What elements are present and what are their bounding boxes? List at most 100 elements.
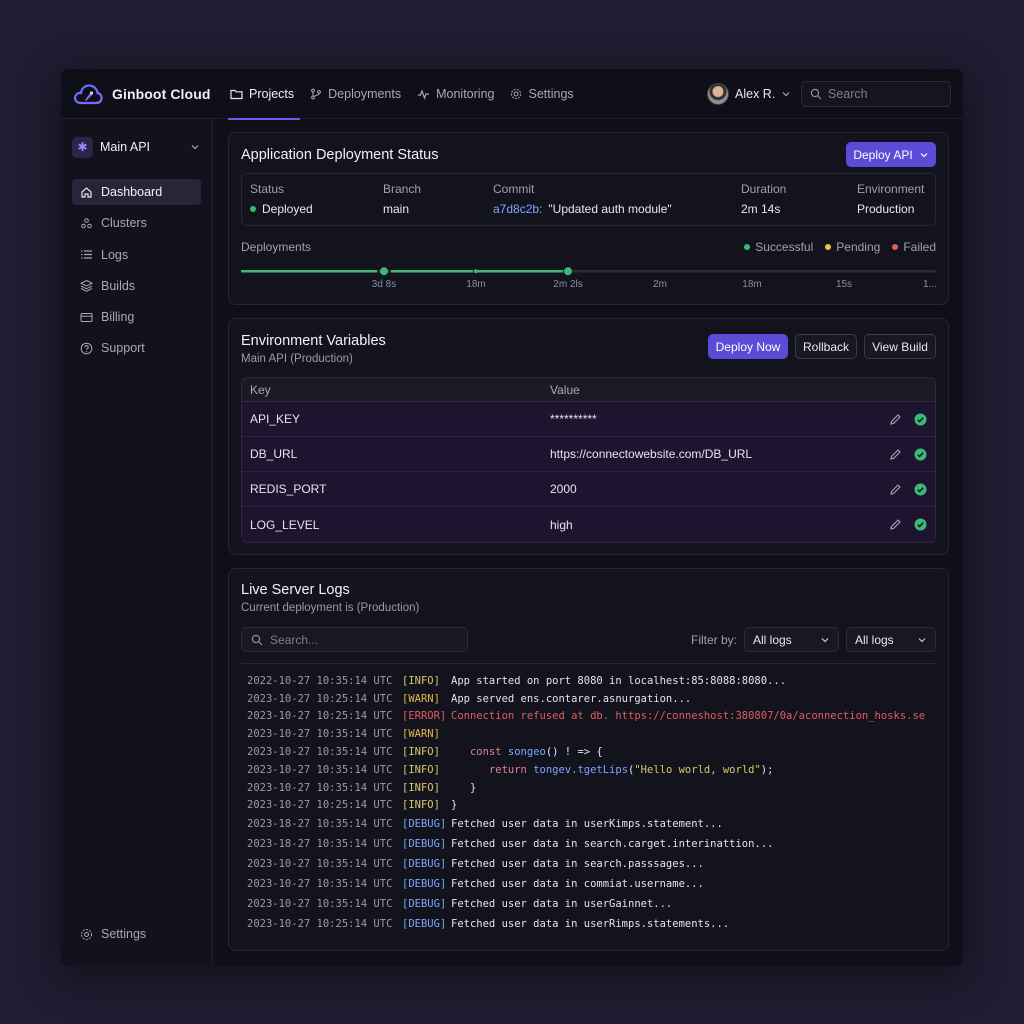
tab-monitoring[interactable]: Monitoring [415,69,496,119]
tab-label: Monitoring [436,87,495,101]
user-name: Alex R. [735,87,776,101]
deploy-now-button[interactable]: Deploy Now [708,334,788,359]
legend-successful: Successful [744,240,813,254]
log-message: Fetched user data in commiat.username... [451,878,704,891]
log-level: [DEBUG] [402,858,447,871]
edit-icon[interactable] [889,518,902,531]
table-row[interactable]: REDIS_PORT 2000 [242,472,935,507]
log-level: [DEBUG] [402,878,447,891]
code-keyword: return [488,763,527,776]
log-timestamp: 2023-10-27 10:35:14 UTC [247,858,393,871]
search-placeholder: Search [828,87,868,101]
pulse-icon [417,88,430,100]
branch-value: main [383,202,410,216]
app-name: Ginboot Cloud [112,86,211,102]
log-level: [DEBUG] [402,818,447,831]
log-level: [INFO] [402,746,440,759]
legend-label: Failed [903,240,936,254]
log-message: App started on port 8080 in localhest:85… [451,674,787,687]
app-window: Ginboot Cloud Projects Deployments Monit… [61,69,963,966]
deployment-timeline[interactable] [241,266,936,276]
sidebar-item-label: Clusters [101,216,147,231]
sidebar-item-logs[interactable]: Logs [72,242,201,268]
chevron-down-icon [190,142,200,152]
sidebar-item-billing[interactable]: Billing [72,304,201,330]
env-key: API_KEY [250,412,301,426]
gear-icon [510,88,522,100]
env-key: REDIS_PORT [250,482,327,496]
deploy-api-button[interactable]: Deploy API [846,142,936,167]
sidebar-item-builds[interactable]: Builds [72,273,201,299]
user-menu[interactable]: Alex R. [707,83,791,105]
tick-label: 2m 2ls [553,279,583,290]
search-input[interactable]: Search [801,81,951,107]
log-level: [INFO] [402,799,440,812]
folder-icon [230,88,243,100]
view-build-button[interactable]: View Build [864,334,936,359]
log-timestamp: 2022-10-27 10:35:14 UTC [247,674,393,687]
sidebar-item-clusters[interactable]: Clusters [72,210,201,236]
legend-failed: Failed [892,240,936,254]
check-circle-icon [914,448,927,461]
log-level: [DEBUG] [402,918,447,931]
tick-label: 3d 8s [371,279,397,290]
environment-value: Production [857,202,915,216]
tick-label: 1... [923,279,937,290]
tab-settings[interactable]: Settings [508,69,575,119]
check-circle-icon [914,518,927,531]
edit-icon[interactable] [889,483,902,496]
log-filter-select[interactable]: All logs [744,627,839,652]
sidebar-item-support[interactable]: Support [72,335,201,361]
table-row[interactable]: DB_URL https://connectowebsite.com/DB_UR… [242,437,935,472]
sidebar-item-label: Billing [101,310,135,325]
field-label: Duration [741,182,787,196]
log-output[interactable]: 2022-10-27 10:35:14 UTC [INFO] App started… [247,672,937,934]
deployment-marker[interactable] [474,269,478,274]
log-line: 2023-10-27 10:35:14 UTC [INFO] } [247,779,937,797]
log-level: [DEBUG] [402,838,447,851]
log-line: 2023-10-27 10:35:14 UTC [INFO] const song… [247,743,937,761]
log-level: [INFO] [402,781,440,794]
log-timestamp: 2023-10-27 10:35:14 UTC [247,763,393,776]
sidebar-item-settings[interactable]: Settings [80,927,146,941]
status-dot [250,206,256,212]
log-line: 2023-10-27 10:35:14 UTC [WARN] [247,725,937,743]
env-key: DB_URL [250,447,298,461]
divider [241,663,936,664]
deployment-marker[interactable] [564,267,572,276]
column-header-key: Key [250,382,271,397]
branch-icon [310,88,322,100]
deployments-label: Deployments [241,240,312,254]
sidebar-item-label: Builds [101,278,136,293]
log-timestamp: 2023-10-27 10:35:14 UTC [247,898,393,911]
deployment-marker[interactable] [380,267,388,276]
tab-projects[interactable]: Projects [228,69,301,120]
log-timestamp: 2023-18-27 10:35:14 UTC [247,838,393,851]
code-keyword: const [469,746,502,759]
log-message: } [451,799,458,812]
rollback-button[interactable]: Rollback [795,334,857,359]
sidebar-item-dashboard[interactable]: Dashboard [72,179,201,205]
log-message: Fetched user data in userRimps.statement… [451,918,730,931]
env-table: Key Value API_KEY ********** DB_URL http… [241,377,936,543]
project-selector[interactable]: ✱ Main API [72,136,200,158]
edit-icon[interactable] [889,448,902,461]
sidebar-item-label: Settings [101,927,147,941]
project-name: Main API [100,140,151,154]
table-row[interactable]: API_KEY ********** [242,402,935,437]
log-line: 2023-10-27 10:25:14 UTC [ERROR] Connection… [247,708,937,726]
filter-label: Filter by: [691,633,738,647]
edit-icon[interactable] [889,413,902,426]
log-message: Fetched user data in search.carget.inter… [451,838,774,851]
log-level: [INFO] [402,763,440,776]
table-row[interactable]: LOG_LEVEL high [242,507,935,542]
search-placeholder: Search... [270,632,319,647]
tab-deployments[interactable]: Deployments [308,69,403,119]
live-logs-card: Live Server Logs Current deployment is (… [228,568,949,951]
log-search-input[interactable]: Search... [241,627,468,652]
logo[interactable]: Ginboot Cloud [73,81,211,107]
commit-hash-link[interactable]: a7d8c2b: [493,202,542,216]
log-message: Fetched user data in search.passsages... [451,858,704,871]
select-value: All logs [753,632,792,647]
log-level-select[interactable]: All logs [846,627,936,652]
